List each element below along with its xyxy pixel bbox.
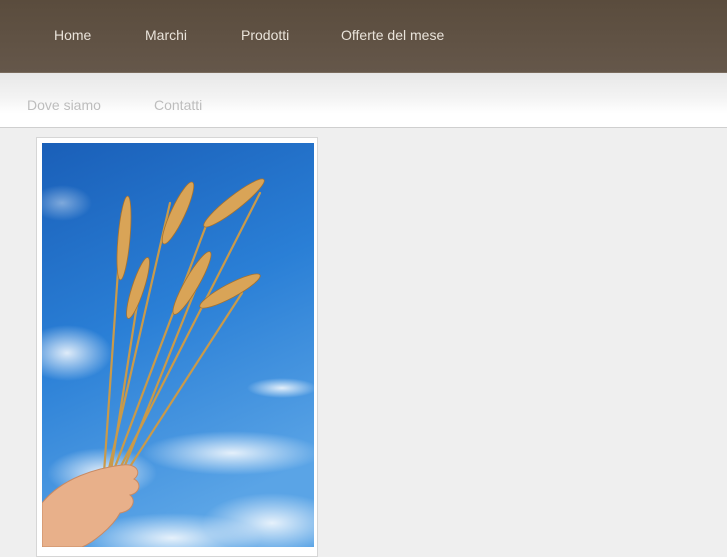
nav-link-marchi[interactable]: Marchi [145,27,187,43]
nav-link-dove-siamo[interactable]: Dove siamo [27,97,101,113]
top-navigation-bar: Home Marchi Prodotti Offerte del mese [0,0,727,73]
secondary-navigation-bar: Dove siamo Contatti [0,73,727,128]
nav-link-offerte-del-mese[interactable]: Offerte del mese [341,27,444,43]
hero-photo-frame [36,137,318,557]
nav-link-contatti[interactable]: Contatti [154,97,202,113]
nav-link-home[interactable]: Home [54,27,91,43]
wheat-in-hand-photo [42,143,314,547]
nav-link-prodotti[interactable]: Prodotti [241,27,289,43]
